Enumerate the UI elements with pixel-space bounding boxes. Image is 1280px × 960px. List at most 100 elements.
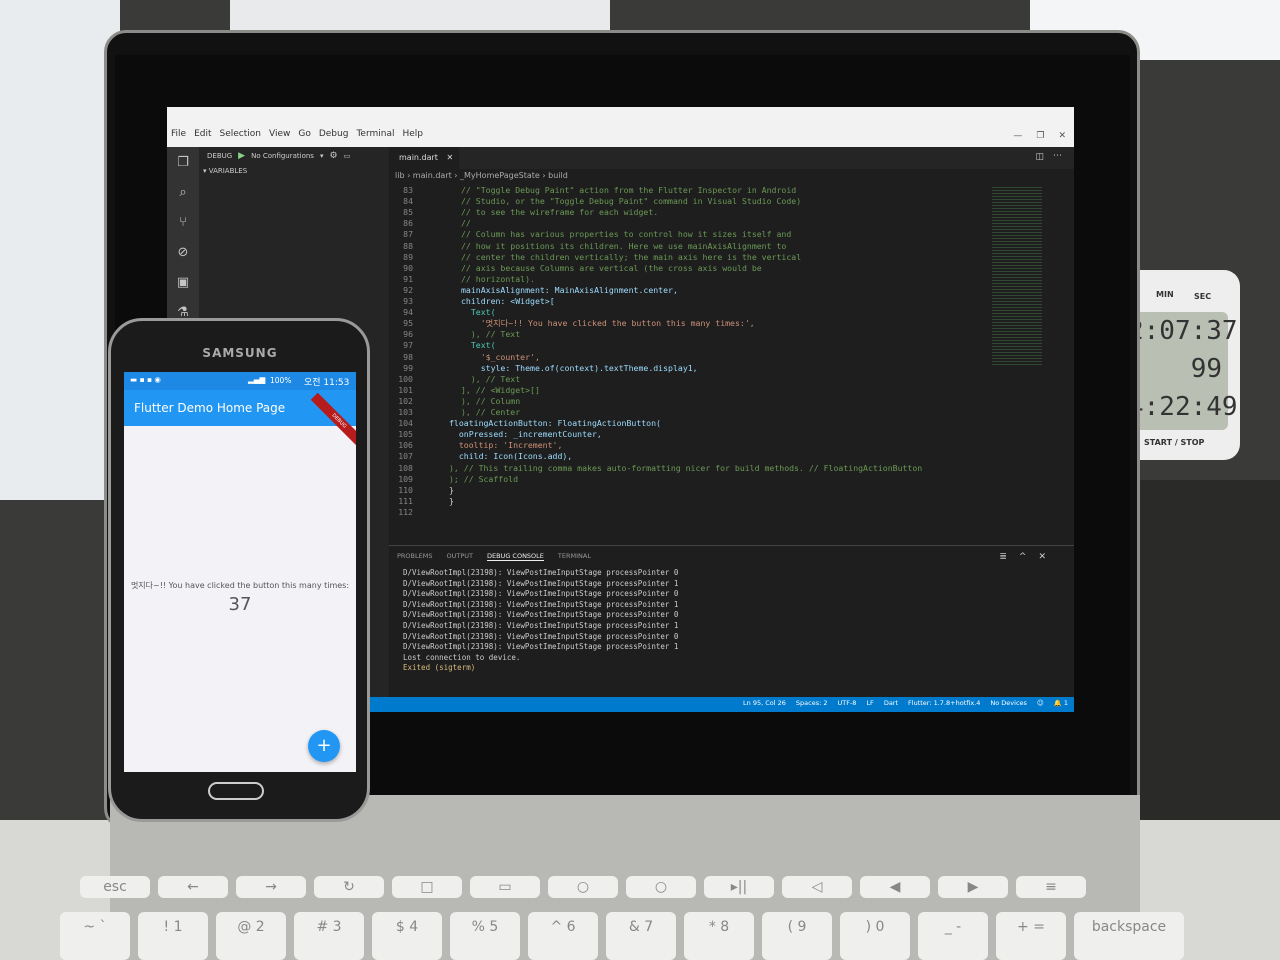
debug-config-select[interactable]: No Configurations (251, 152, 314, 160)
split-editor-icon[interactable]: ◫ (1035, 152, 1044, 162)
code-line[interactable]: 90 // axis because Columns are vertical (… (389, 263, 1069, 274)
keyboard-key[interactable]: ^ 6 (528, 912, 598, 960)
gear-icon[interactable]: ⚙ (329, 151, 337, 161)
code-editor[interactable]: 83 // "Toggle Debug Paint" action from th… (389, 185, 1069, 545)
close-panel-icon[interactable]: ✕ (1038, 552, 1046, 562)
keyboard-key[interactable]: ! 1 (138, 912, 208, 960)
tab-output[interactable]: OUTPUT (446, 552, 473, 561)
code-line[interactable]: 101], // <Widget>[] (389, 385, 1069, 396)
code-line[interactable]: 93 children: <Widget>[ (389, 296, 1069, 307)
code-line[interactable]: 98 '$_counter', (389, 352, 1069, 363)
tab-debug-console[interactable]: DEBUG CONSOLE (486, 552, 544, 561)
close-button[interactable]: ✕ (1058, 131, 1066, 141)
keyboard-key[interactable]: ▸|| (704, 876, 774, 898)
minimap[interactable] (992, 187, 1042, 367)
tab-problems[interactable]: PROBLEMS (397, 552, 432, 561)
code-line[interactable]: 85 // to see the wireframe for each widge… (389, 207, 1069, 218)
keyboard-key[interactable]: → (236, 876, 306, 898)
code-line[interactable]: 92 mainAxisAlignment: MainAxisAlignment.c… (389, 285, 1069, 296)
code-line[interactable]: 103), // Center (389, 407, 1069, 418)
restore-button[interactable]: ❐ (1036, 131, 1044, 141)
code-line[interactable]: 111} (389, 496, 1069, 507)
source-control-icon[interactable]: ⑂ (175, 215, 191, 231)
debug-console-output[interactable]: D/ViewRootImpl(23198): ViewPostImeInputS… (403, 568, 678, 674)
keyboard-key[interactable]: ↻ (314, 876, 384, 898)
status-item[interactable]: Flutter: 1.7.8+hotfix.4 (908, 699, 980, 707)
keyboard-key[interactable]: * 8 (684, 912, 754, 960)
search-icon[interactable]: ⌕ (175, 185, 191, 201)
more-icon[interactable]: ⋯ (1053, 151, 1062, 161)
code-line[interactable]: 95 '멋지다~!! You have clicked the button t… (389, 318, 1069, 329)
keyboard-key[interactable]: backspace (1074, 912, 1184, 960)
status-item[interactable]: LF (866, 699, 873, 707)
code-line[interactable]: 89 // center the children vertically; the… (389, 252, 1069, 263)
code-line[interactable]: 96 ), // Text (389, 329, 1069, 340)
tab-terminal[interactable]: TERMINAL (558, 552, 591, 561)
explorer-icon[interactable]: ❐ (175, 155, 191, 171)
keyboard-key[interactable]: @ 2 (216, 912, 286, 960)
clear-console-icon[interactable]: ≣ (999, 552, 1007, 562)
code-line[interactable]: 83 // "Toggle Debug Paint" action from th… (389, 185, 1069, 196)
keyboard-key[interactable]: % 5 (450, 912, 520, 960)
console-icon[interactable]: ▭ (344, 152, 351, 160)
menu-go[interactable]: Go (298, 129, 310, 139)
code-line[interactable]: 88 // how it positions its children. Here… (389, 241, 1069, 252)
status-item[interactable]: Spaces: 2 (796, 699, 828, 707)
keyboard-key[interactable]: & 7 (606, 912, 676, 960)
status-item[interactable]: ☺ (1037, 699, 1044, 707)
keyboard-key[interactable]: ) 0 (840, 912, 910, 960)
minimize-button[interactable]: — (1013, 131, 1022, 141)
code-line[interactable]: 109); // Scaffold (389, 474, 1069, 485)
breadcrumb[interactable]: lib › main.dart › _MyHomePageState › bui… (389, 169, 1074, 183)
keyboard-key[interactable]: $ 4 (372, 912, 442, 960)
status-item[interactable]: No Devices (990, 699, 1027, 707)
code-line[interactable]: 110} (389, 485, 1069, 496)
maximize-panel-icon[interactable]: ^ (1019, 552, 1027, 562)
code-line[interactable]: 99 style: Theme.of(context).textTheme.di… (389, 363, 1069, 374)
code-line[interactable]: 86 // (389, 218, 1069, 229)
extensions-icon[interactable]: ▣ (175, 275, 191, 291)
code-line[interactable]: 100 ), // Text (389, 374, 1069, 385)
status-item[interactable]: UTF-8 (837, 699, 856, 707)
close-icon[interactable]: ✕ (446, 153, 453, 162)
menu-selection[interactable]: Selection (220, 129, 261, 139)
menu-file[interactable]: File (171, 129, 186, 139)
phone-home-button[interactable] (208, 782, 264, 800)
menu-terminal[interactable]: Terminal (356, 129, 394, 139)
code-line[interactable]: 97 Text( (389, 340, 1069, 351)
increment-button[interactable]: + (308, 730, 340, 762)
menu-view[interactable]: View (269, 129, 290, 139)
keyboard-key[interactable]: _ - (918, 912, 988, 960)
tab-main-dart[interactable]: main.dart ✕ (389, 147, 459, 169)
code-line[interactable]: 105 onPressed: _incrementCounter, (389, 429, 1069, 440)
play-icon[interactable]: ▶ (238, 151, 245, 161)
menu-debug[interactable]: Debug (319, 129, 349, 139)
keyboard-key[interactable]: ◁ (782, 876, 852, 898)
menu-edit[interactable]: Edit (194, 129, 211, 139)
chevron-down-icon[interactable]: ▾ (320, 152, 324, 160)
status-item[interactable]: Dart (884, 699, 898, 707)
code-line[interactable]: 104 floatingActionButton: FloatingActionB… (389, 418, 1069, 429)
menu-help[interactable]: Help (402, 129, 423, 139)
keyboard-key[interactable]: ( 9 (762, 912, 832, 960)
code-line[interactable]: 91 // horizontal). (389, 274, 1069, 285)
code-line[interactable]: 107 child: Icon(Icons.add), (389, 451, 1069, 462)
code-line[interactable]: 84 // Studio, or the "Toggle Debug Paint"… (389, 196, 1069, 207)
code-line[interactable]: 112 (389, 507, 1069, 518)
keyboard-key[interactable]: ○ (548, 876, 618, 898)
keyboard-key[interactable]: ◀ (860, 876, 930, 898)
keyboard-key[interactable]: ○ (626, 876, 696, 898)
keyboard-key[interactable]: ▭ (470, 876, 540, 898)
keyboard-key[interactable]: ≡ (1016, 876, 1086, 898)
code-line[interactable]: 102), // Column (389, 396, 1069, 407)
debug-icon[interactable]: ⊘ (175, 245, 191, 261)
keyboard-key[interactable]: ~ ` (60, 912, 130, 960)
keyboard-key[interactable]: esc (80, 876, 150, 898)
keyboard-key[interactable]: □ (392, 876, 462, 898)
keyboard-key[interactable]: # 3 (294, 912, 364, 960)
keyboard-key[interactable]: ← (158, 876, 228, 898)
keyboard-key[interactable]: ▶ (938, 876, 1008, 898)
status-item[interactable]: Ln 95, Col 26 (743, 699, 786, 707)
code-line[interactable]: 106 tooltip: 'Increment', (389, 440, 1069, 451)
code-line[interactable]: 94 Text( (389, 307, 1069, 318)
